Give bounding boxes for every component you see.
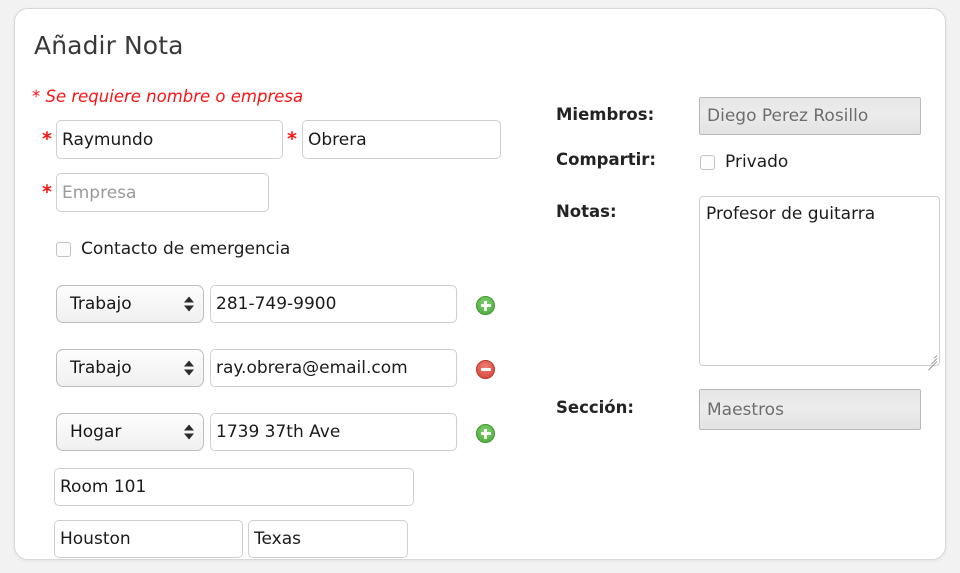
notes-textarea[interactable] [699,196,940,366]
address-city-input[interactable] [54,520,243,558]
contact-type-value-0: Trabajo [70,294,132,314]
add-row-button-2[interactable] [476,424,495,443]
section-value: Maestros [707,399,784,420]
contact-value-input-2[interactable] [210,413,457,451]
required-field-message: * Se requiere nombre o empresa [32,87,304,106]
members-value: Diego Perez Rosillo [707,106,869,126]
first-name-input[interactable] [56,120,283,159]
share-label: Compartir: [556,150,656,169]
contact-type-value-2: Hogar [70,422,122,442]
address-state-input[interactable] [248,520,408,558]
last-name-input[interactable] [302,120,501,159]
section-field: Maestros [699,389,921,430]
company-input[interactable] [56,173,269,212]
stepper-arrows-icon [184,360,194,376]
required-asterisk-last-name: * [287,128,297,150]
emergency-contact-row[interactable]: Contacto de emergencia [56,239,290,259]
remove-row-button-1[interactable] [476,360,495,379]
add-note-card: Añadir Nota * Se requiere nombre o empre… [14,8,946,560]
emergency-contact-checkbox[interactable] [56,241,71,257]
contact-type-select-2[interactable]: Hogar [56,413,204,451]
contact-type-select-1[interactable]: Trabajo [56,349,204,387]
app-window: Añadir Nota * Se requiere nombre o empre… [0,0,960,573]
add-row-button-0[interactable] [476,296,495,315]
members-field: Diego Perez Rosillo [699,97,921,135]
contact-type-select-0[interactable]: Trabajo [56,285,204,323]
stepper-arrows-icon [184,296,194,312]
contact-type-value-1: Trabajo [70,358,132,378]
required-asterisk-company: * [42,181,52,203]
section-label: Sección: [556,398,634,417]
notes-label: Notas: [556,202,617,221]
page-title: Añadir Nota [34,31,184,60]
contact-value-input-1[interactable] [210,349,457,387]
stepper-arrows-icon [184,424,194,440]
private-label: Privado [725,152,789,172]
members-label: Miembros: [556,105,655,124]
private-row[interactable]: Privado [700,152,788,172]
emergency-contact-label: Contacto de emergencia [81,239,291,259]
private-checkbox[interactable] [700,154,715,170]
required-asterisk-first-name: * [42,128,52,150]
contact-value-input-0[interactable] [210,285,457,323]
address-line2-input[interactable] [54,468,414,506]
